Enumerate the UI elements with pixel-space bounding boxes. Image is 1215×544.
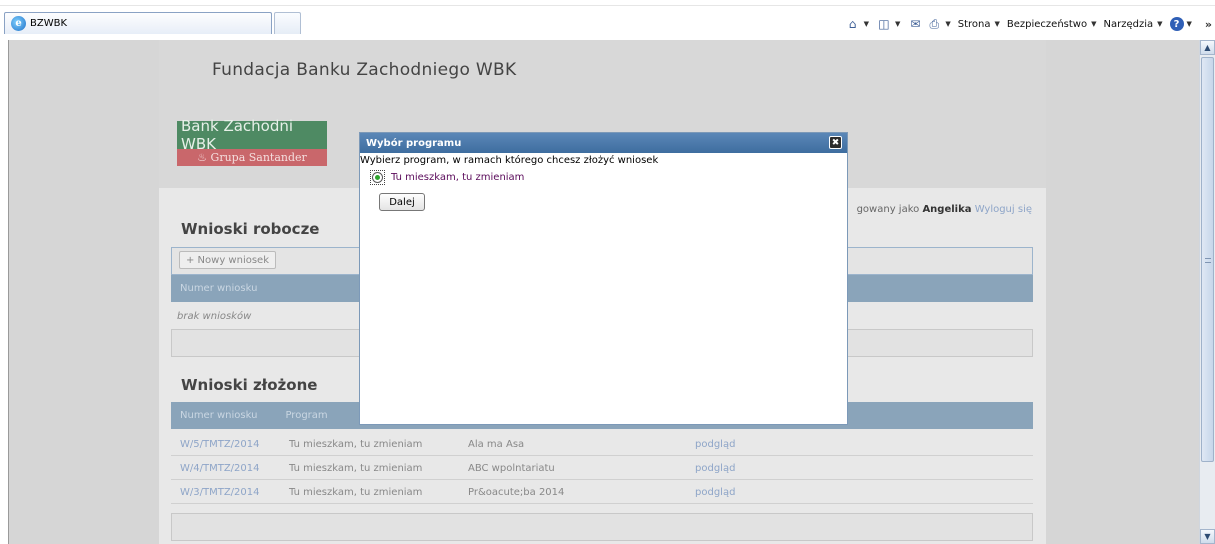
scroll-up-icon[interactable]: ▲ — [1200, 40, 1215, 55]
santander-flame-icon: ♨ — [197, 151, 211, 164]
help-dropdown-icon[interactable]: ▼ — [1187, 20, 1192, 28]
row-name: ABC wpolntariatu — [468, 463, 555, 474]
table-row: W/5/TMTZ/2014 Tu mieszkam, tu zmieniam A… — [171, 433, 1033, 456]
submitted-title: Wnioski złożone — [181, 376, 318, 394]
security-menu[interactable]: Bezpieczeństwo — [1007, 19, 1087, 30]
submitted-col-program[interactable]: Program — [257, 410, 327, 421]
row-number[interactable]: W/3/TMTZ/2014 — [180, 487, 260, 498]
logo-group-name: ♨ Grupa Santander — [177, 149, 327, 166]
security-menu-chevron-icon: ▼ — [1091, 20, 1097, 28]
scroll-thumb[interactable] — [1201, 57, 1214, 462]
logo-group-label: Grupa Santander — [210, 151, 307, 164]
site-title: Fundacja Banku Zachodniego WBK — [212, 60, 517, 80]
row-program: Tu mieszkam, tu zmieniam — [289, 439, 423, 450]
table-row: W/4/TMTZ/2014 Tu mieszkam, tu zmieniam A… — [171, 457, 1033, 480]
tools-menu[interactable]: Narzędzia — [1103, 19, 1153, 30]
drafts-title: Wnioski robocze — [181, 220, 320, 238]
radio-focus-ring — [370, 170, 385, 185]
dialog-header[interactable]: Wybór programu ✖ — [360, 133, 847, 153]
submitted-footer — [171, 513, 1033, 541]
user-name: Angelika — [922, 204, 972, 215]
drafts-col-number[interactable]: Numer wniosku — [171, 283, 257, 294]
logout-link[interactable]: Wyloguj się — [975, 204, 1032, 215]
row-name: Pr&oacute;ba 2014 — [468, 487, 565, 498]
page-menu-chevron-icon: ▼ — [994, 20, 1000, 28]
scroll-grip-icon — [1205, 258, 1211, 263]
mail-icon[interactable]: ✉ — [907, 16, 923, 32]
row-preview-link[interactable]: podgląd — [695, 487, 735, 498]
row-preview-link[interactable]: podgląd — [695, 439, 735, 450]
feeds-dropdown-icon[interactable]: ▼ — [895, 20, 900, 28]
row-preview-link[interactable]: podgląd — [695, 463, 735, 474]
row-program: Tu mieszkam, tu zmieniam — [289, 463, 423, 474]
program-radio[interactable] — [372, 172, 383, 183]
tools-menu-chevron-icon: ▼ — [1157, 20, 1163, 28]
browser-tab[interactable]: e BZWBK — [4, 12, 272, 34]
dialog-body: Wybierz program, w ramach którego chcesz… — [360, 153, 847, 211]
dialog-prompt: Wybierz program, w ramach którego chcesz… — [360, 155, 659, 166]
close-icon[interactable]: ✖ — [829, 136, 842, 149]
submitted-col-number[interactable]: Numer wniosku — [171, 410, 257, 421]
vertical-scrollbar[interactable]: ▲ ▼ — [1199, 40, 1215, 544]
row-program: Tu mieszkam, tu zmieniam — [289, 487, 423, 498]
program-option-label[interactable]: Tu mieszkam, tu zmieniam — [391, 172, 524, 183]
tab-title: BZWBK — [30, 18, 68, 29]
new-tab-button[interactable] — [274, 12, 301, 34]
help-icon[interactable]: ? — [1169, 17, 1184, 31]
row-number[interactable]: W/4/TMTZ/2014 — [180, 463, 260, 474]
program-option[interactable]: Tu mieszkam, tu zmieniam — [370, 170, 847, 185]
program-selection-dialog: Wybór programu ✖ Wybierz program, w rama… — [359, 132, 848, 425]
logged-in-info: gowany jako Angelika Wyloguj się — [857, 204, 1032, 215]
window-top-strip — [0, 0, 1215, 6]
drafts-empty: brak wniosków — [177, 311, 252, 322]
row-name: Ala ma Asa — [468, 439, 525, 450]
print-icon[interactable]: ⎙ — [926, 16, 942, 32]
page-menu[interactable]: Strona — [958, 19, 991, 30]
dialog-title: Wybór programu — [366, 137, 462, 149]
home-icon[interactable]: ⌂ — [845, 16, 861, 32]
logo-bank-name: Bank Zachodni WBK — [177, 117, 327, 153]
logged-prefix: gowany jako — [856, 204, 920, 215]
new-application-button[interactable]: + Nowy wniosek — [179, 251, 276, 269]
next-button[interactable]: Dalej — [379, 193, 425, 211]
radio-selected-icon — [375, 175, 380, 180]
table-row: W/3/TMTZ/2014 Tu mieszkam, tu zmieniam P… — [171, 481, 1033, 504]
ie-icon: e — [11, 16, 26, 31]
more-commands-icon[interactable]: » — [1205, 18, 1212, 31]
home-dropdown-icon[interactable]: ▼ — [864, 20, 869, 28]
print-dropdown-icon[interactable]: ▼ — [945, 20, 950, 28]
browser-chrome: e BZWBK ⌂ ▼ ◫ ▼ ✉ ⎙ ▼ Strona ▼ Bezpiecze… — [0, 0, 1215, 40]
bank-logo[interactable]: Bank Zachodni WBK ♨ Grupa Santander — [177, 117, 327, 166]
scroll-down-icon[interactable]: ▼ — [1200, 529, 1215, 544]
row-number[interactable]: W/5/TMTZ/2014 — [180, 439, 260, 450]
command-bar: ⌂ ▼ ◫ ▼ ✉ ⎙ ▼ Strona ▼ Bezpieczeństwo ▼ … — [845, 14, 1215, 34]
feeds-icon[interactable]: ◫ — [876, 16, 892, 32]
